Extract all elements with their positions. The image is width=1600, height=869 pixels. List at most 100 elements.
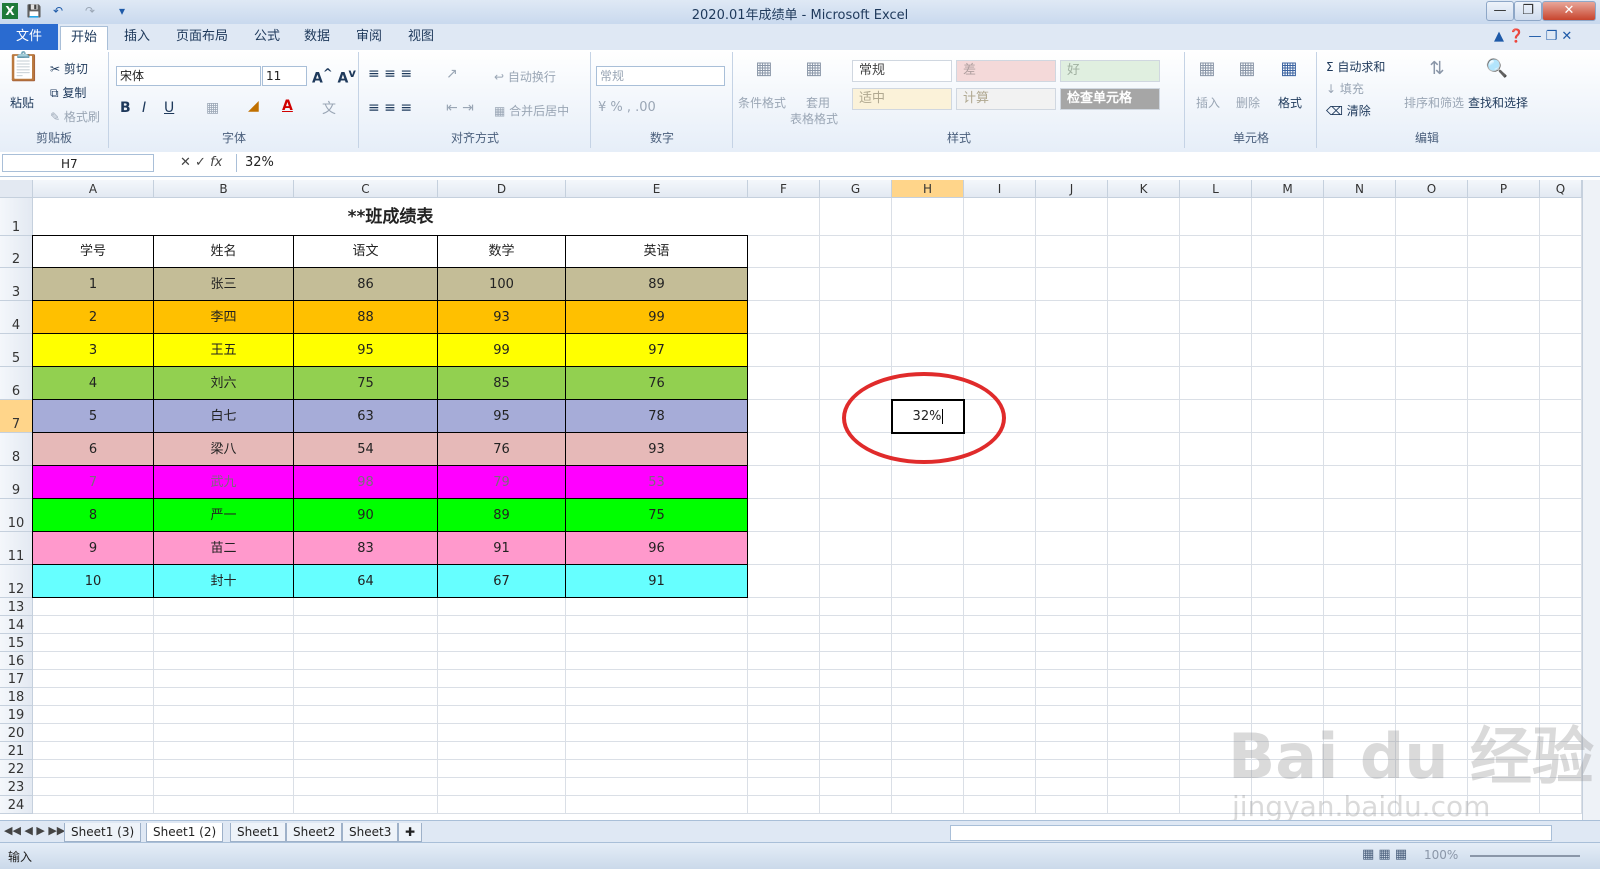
row-header-11[interactable]: 11 [0,532,33,565]
fill-button[interactable]: ↓ 填充 [1326,80,1364,97]
table-data-cell[interactable]: 99 [566,301,748,334]
tab-insert[interactable]: 插入 [114,26,160,48]
row-header-24[interactable]: 24 [0,796,33,814]
table-title[interactable]: **班成绩表 [33,198,748,236]
table-header-cell[interactable]: 语文 [294,236,438,268]
font-color-icon[interactable]: A [282,98,293,114]
insert-cells-button[interactable]: 插入 [1196,94,1220,111]
table-data-cell[interactable]: 6 [33,433,154,466]
table-format-label-2[interactable]: 表格格式 [790,110,838,127]
table-data-cell[interactable]: 王五 [154,334,294,367]
autosum-button[interactable]: Σ 自动求和 [1326,58,1385,75]
column-header-M[interactable]: M [1252,180,1324,198]
table-data-cell[interactable]: 严一 [154,499,294,532]
zoom-slider[interactable] [1470,855,1580,857]
sort-filter-button[interactable]: 排序和筛选 [1404,94,1464,111]
table-data-cell[interactable]: 99 [438,334,566,367]
column-header-G[interactable]: G [820,180,892,198]
table-header-cell[interactable]: 数学 [438,236,566,268]
table-data-cell[interactable]: 9 [33,532,154,565]
name-box[interactable]: H7 [2,154,154,172]
column-header-Q[interactable]: Q [1540,180,1582,198]
table-data-cell[interactable]: 67 [438,565,566,598]
table-data-cell[interactable]: 7 [33,466,154,499]
clear-button[interactable]: ⌫ 清除 [1326,102,1371,119]
row-header-10[interactable]: 10 [0,499,33,532]
style-good[interactable]: 好 [1060,60,1160,82]
row-header-23[interactable]: 23 [0,778,33,796]
table-data-cell[interactable]: 76 [438,433,566,466]
row-header-20[interactable]: 20 [0,724,33,742]
underline-icon[interactable]: U [164,100,174,116]
tab-view[interactable]: 视图 [398,26,444,48]
tab-data[interactable]: 数据 [294,26,340,48]
format-painter-button[interactable]: ✎ 格式刷 [50,108,100,125]
column-header-B[interactable]: B [154,180,294,198]
style-normal[interactable]: 常规 [852,60,952,82]
font-name-dropdown[interactable]: 宋体 [116,66,261,86]
table-data-cell[interactable]: 98 [294,466,438,499]
row-header-14[interactable]: 14 [0,616,33,634]
row-header-6[interactable]: 6 [0,367,33,400]
table-data-cell[interactable]: 李四 [154,301,294,334]
column-header-D[interactable]: D [438,180,566,198]
table-data-cell[interactable]: 93 [566,433,748,466]
grow-font-icon[interactable]: A^ Av [312,66,356,87]
paste-button[interactable]: 粘贴 [10,94,34,111]
border-icon[interactable]: ▦ [206,100,219,116]
table-header-cell[interactable]: 英语 [566,236,748,268]
table-data-cell[interactable]: 苗二 [154,532,294,565]
sheet-nav-arrows-icon[interactable]: ◀◀ ◀ ▶ ▶▶ [4,824,65,837]
row-header-21[interactable]: 21 [0,742,33,760]
row-header-1[interactable]: 1 [0,198,33,236]
table-data-cell[interactable]: 95 [294,334,438,367]
insert-cells-icon[interactable]: ▦ [1192,58,1222,80]
row-header-15[interactable]: 15 [0,634,33,652]
column-header-I[interactable]: I [964,180,1036,198]
table-data-cell[interactable]: 4 [33,367,154,400]
align-left-icon[interactable]: ≡ ≡ ≡ [368,100,412,116]
column-header-A[interactable]: A [33,180,154,198]
table-format-icon[interactable]: ▦ [798,58,830,80]
table-data-cell[interactable]: 3 [33,334,154,367]
table-data-cell[interactable]: 78 [566,400,748,433]
table-data-cell[interactable]: 88 [294,301,438,334]
table-data-cell[interactable]: 武九 [154,466,294,499]
sort-filter-icon[interactable]: ⇅ [1422,58,1452,80]
column-header-K[interactable]: K [1108,180,1180,198]
tab-home[interactable]: 开始 [60,26,109,51]
insert-sheet-icon[interactable]: ✚ [398,823,423,842]
view-buttons-icon[interactable]: ▦ ▦ ▦ [1362,847,1407,862]
table-data-cell[interactable]: 90 [294,499,438,532]
style-bad[interactable]: 差 [956,60,1056,82]
zoom-level[interactable]: 100% [1424,848,1458,862]
insert-function-icon[interactable]: fx [210,155,222,170]
delete-cells-button[interactable]: 删除 [1236,94,1260,111]
number-format-dropdown[interactable]: 常规 [596,66,725,86]
column-header-P[interactable]: P [1468,180,1540,198]
table-data-cell[interactable]: 79 [438,466,566,499]
align-top-icon[interactable]: ≡ ≡ ≡ [368,66,412,82]
table-data-cell[interactable]: 梁八 [154,433,294,466]
table-data-cell[interactable]: 8 [33,499,154,532]
table-data-cell[interactable]: 1 [33,268,154,301]
cut-button[interactable]: ✂ 剪切 [50,60,88,77]
column-header-E[interactable]: E [566,180,748,198]
sheet-tab[interactable]: Sheet3 [342,823,399,842]
tab-formulas[interactable]: 公式 [244,26,290,48]
indent-icon[interactable]: ⇤ ⇥ [446,100,474,116]
minimize-button[interactable]: — [1486,1,1514,21]
row-header-4[interactable]: 4 [0,301,33,334]
table-data-cell[interactable]: 75 [294,367,438,400]
row-header-3[interactable]: 3 [0,268,33,301]
table-data-cell[interactable]: 95 [438,400,566,433]
orientation-icon[interactable]: ↗ [446,66,458,82]
conditional-format-button[interactable]: 条件格式 [738,94,786,111]
table-header-cell[interactable]: 姓名 [154,236,294,268]
column-header-N[interactable]: N [1324,180,1396,198]
column-header-J[interactable]: J [1036,180,1108,198]
column-header-F[interactable]: F [748,180,820,198]
table-data-cell[interactable]: 91 [438,532,566,565]
find-select-button[interactable]: 查找和选择 [1468,94,1528,111]
tab-review[interactable]: 审阅 [346,26,392,48]
